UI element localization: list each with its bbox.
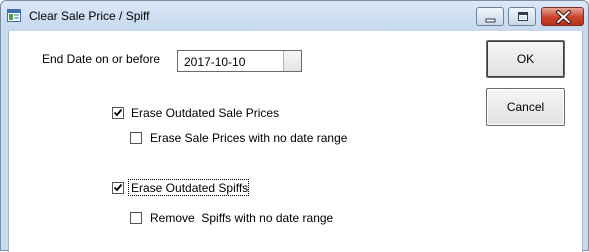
remove-no-range-spiffs-label[interactable]: Remove Spiffs with no date range — [150, 211, 333, 225]
maximize-icon — [518, 12, 528, 21]
title-bar[interactable]: Clear Sale Price / Spiff — [1, 1, 588, 31]
erase-sale-prices-label[interactable]: Erase Outdated Sale Prices — [131, 106, 279, 120]
maximize-button[interactable] — [508, 7, 536, 26]
erase-no-range-prices-checkbox[interactable] — [130, 132, 142, 144]
cancel-button[interactable]: Cancel — [486, 88, 565, 126]
ok-button[interactable]: OK — [486, 40, 565, 78]
erase-sale-prices-checkbox[interactable] — [112, 107, 124, 119]
end-date-value: 2017-10-10 — [184, 55, 246, 69]
checkmark-icon — [113, 108, 123, 117]
close-icon — [556, 10, 571, 24]
minimize-icon — [485, 18, 496, 23]
close-button[interactable] — [541, 7, 584, 26]
window-title: Clear Sale Price / Spiff — [29, 9, 150, 23]
minimize-button[interactable] — [476, 7, 504, 26]
erase-spiffs-label[interactable]: Erase Outdated Spiffs — [131, 181, 248, 195]
erase-no-range-prices-label[interactable]: Erase Sale Prices with no date range — [150, 131, 347, 145]
end-date-label: End Date on or before — [42, 52, 161, 66]
date-spin-button[interactable] — [283, 51, 301, 71]
dialog-window: Clear Sale Price / Spiff End Date on or … — [0, 0, 589, 252]
erase-spiffs-checkbox[interactable] — [112, 182, 124, 194]
checkmark-icon — [113, 183, 123, 192]
remove-no-range-spiffs-checkbox[interactable] — [130, 212, 142, 224]
dialog-body: End Date on or before 2017-10-10 Erase O… — [8, 31, 583, 252]
app-window-icon — [7, 9, 21, 22]
end-date-field[interactable]: 2017-10-10 — [177, 50, 302, 72]
